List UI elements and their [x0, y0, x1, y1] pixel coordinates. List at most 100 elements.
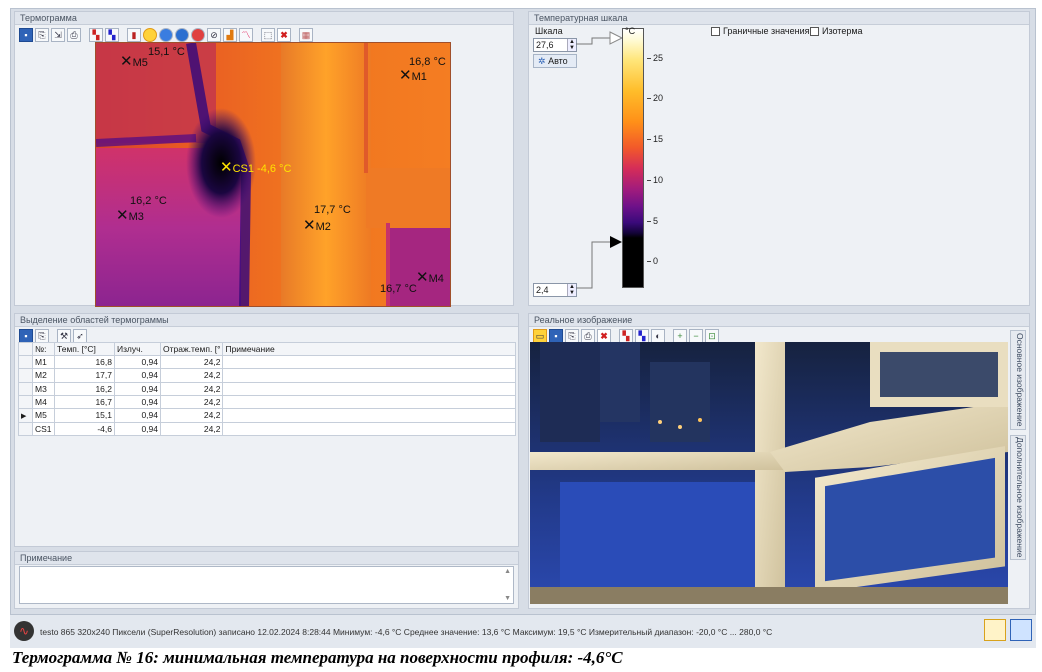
table-row[interactable]: M2 17,7 0,94 24,2: [18, 368, 516, 383]
row-pointer-icon: ▶: [21, 413, 27, 421]
folder-icon[interactable]: ▭: [533, 329, 547, 343]
contrast-icon[interactable]: ◐: [651, 329, 665, 343]
spin-arrows-icon[interactable]: ▲ ▼: [567, 284, 576, 296]
scale-min-input[interactable]: 2,4 ▲ ▼: [533, 283, 577, 297]
thermogram-image[interactable]: ✕M5 15,1 °C ✕M1 16,8 °C ✕CS1 -4,6 °C 16,…: [95, 42, 451, 307]
layout-single-icon[interactable]: [984, 619, 1006, 641]
grid-icon[interactable]: ▦: [299, 28, 313, 42]
regions-panel-title: Выделение областей термограммы: [15, 314, 518, 327]
marker-m1[interactable]: ✕M1: [399, 67, 427, 84]
checkbox-box[interactable]: [711, 26, 720, 36]
cross-icon: ✕: [220, 159, 233, 176]
testo-logo-icon: ∿: [14, 621, 34, 641]
delete-point-icon[interactable]: [191, 28, 205, 42]
scale-tick: 15: [646, 134, 664, 144]
tab-extra-image[interactable]: Дополнительное изображение: [1010, 435, 1026, 560]
boundary-values-checkbox[interactable]: Граничные значения: [711, 26, 809, 36]
cross-icon: ✕: [116, 207, 129, 224]
zoom-in-icon[interactable]: +: [673, 329, 687, 343]
zoom-fit-icon[interactable]: ⊡: [705, 329, 719, 343]
column-header[interactable]: Примечание: [222, 342, 516, 356]
column-header[interactable]: Излуч.: [114, 342, 161, 356]
delete-icon[interactable]: ✖: [277, 28, 291, 42]
profile-line-icon[interactable]: 〽: [239, 28, 253, 42]
table-row[interactable]: M1 16,8 0,94 24,2: [18, 354, 516, 370]
real-image-title: Реальное изображение: [529, 314, 1029, 327]
window-photo: [530, 342, 1008, 604]
palette-alt-icon[interactable]: ▚: [635, 329, 649, 343]
note-panel: Примечание ▲ ▼: [14, 551, 519, 609]
real-photo[interactable]: [530, 342, 1008, 604]
scale-max-input[interactable]: 27,6 ▲ ▼: [533, 38, 577, 52]
auto-scale-button[interactable]: ✲ Авто: [533, 54, 577, 68]
thermogram-panel: Термограмма ▪ ⎘ ⇲ ⎙ ▚ ▚ ▮ ⊘ ▟ 〽 ⬚ ✖ ▦ ✕M…: [14, 11, 514, 307]
copy-icon[interactable]: ⎘: [35, 28, 49, 42]
scale-unit: °C: [625, 26, 636, 36]
table-row-selected[interactable]: ▶ M5 15,1 0,94 24,2: [18, 408, 516, 423]
table-row[interactable]: M3 16,2 0,94 24,2: [18, 381, 516, 396]
scale-label: Шкала: [535, 26, 563, 36]
status-text: testo 865 320x240 Пиксели (SuperResoluti…: [40, 627, 773, 637]
cross-icon: ✕: [416, 269, 429, 286]
table-header-row: №: Темп. [°C] Излуч. Отраж.темп. [° Прим…: [18, 342, 516, 356]
isotherm-checkbox[interactable]: Изотерма: [810, 26, 863, 36]
spin-arrows-icon[interactable]: ▲ ▼: [567, 39, 576, 51]
send-icon[interactable]: ➶: [73, 329, 87, 343]
marker-m5[interactable]: ✕M5: [120, 54, 148, 69]
print-icon[interactable]: ⎙: [67, 28, 81, 42]
star-icon: ✲: [538, 56, 546, 66]
marker-m5-temp: 15,1 °C: [148, 46, 185, 58]
marker-m4-temp: 16,7 °C: [380, 283, 417, 295]
cross-icon: ✕: [303, 217, 316, 234]
copy-icon[interactable]: ⎘: [35, 329, 49, 343]
scale-bar-icon[interactable]: ▮: [127, 28, 141, 42]
table-row[interactable]: CS1 -4,6 0,94 24,2: [18, 421, 516, 437]
scale-connector-lines: [576, 31, 624, 289]
scale-panel-title: Температурная шкала: [529, 12, 1029, 25]
thermogram-toolbar: ▪ ⎘ ⇲ ⎙ ▚ ▚ ▮ ⊘ ▟ 〽 ⬚ ✖ ▦: [19, 27, 313, 43]
thermogram-heatmap: [96, 43, 450, 306]
scroll-down-icon[interactable]: ▼: [504, 595, 511, 602]
marker-m3[interactable]: ✕M3: [116, 207, 144, 224]
select-area-icon[interactable]: ⬚: [261, 28, 275, 42]
measure-point-icon[interactable]: [175, 28, 189, 42]
histogram-icon[interactable]: ▟: [223, 28, 237, 42]
column-header[interactable]: Темп. [°C]: [54, 342, 115, 356]
column-header[interactable]: Отраж.темп. [°: [159, 342, 224, 356]
figure-caption: Термограмма № 16: минимальная температур…: [12, 648, 623, 667]
save-icon[interactable]: ▪: [19, 28, 33, 42]
table-row[interactable]: M4 16,7 0,94 24,2: [18, 394, 516, 410]
print-icon[interactable]: ⎙: [581, 329, 595, 343]
delete-icon[interactable]: ✖: [597, 329, 611, 343]
hot-spot-icon[interactable]: [143, 28, 157, 42]
cross-icon: ✕: [399, 67, 412, 84]
marker-m2[interactable]: ✕M2: [303, 217, 331, 234]
scale-tick: 0: [646, 256, 659, 266]
scroll-up-icon[interactable]: ▲: [504, 568, 511, 575]
checkbox-box[interactable]: [810, 26, 819, 36]
scale-tick: 25: [646, 53, 664, 63]
palette-icon[interactable]: ▚: [89, 28, 103, 42]
column-header[interactable]: №:: [32, 342, 55, 356]
note-textarea[interactable]: ▲ ▼: [19, 566, 514, 604]
marker-m2-temp: 17,7 °C: [314, 204, 351, 216]
regions-table: №: Темп. [°C] Излуч. Отраж.темп. [° Прим…: [18, 342, 516, 437]
status-bar: ∿ testo 865 320x240 Пиксели (SuperResolu…: [10, 614, 1036, 648]
tab-main-image[interactable]: Основное изображение: [1010, 330, 1026, 430]
marker-m1-temp: 16,8 °C: [409, 56, 446, 68]
palette-alt-icon[interactable]: ▚: [105, 28, 119, 42]
marker-cs1[interactable]: ✕CS1 -4,6 °C: [220, 159, 291, 176]
save-icon[interactable]: ▪: [19, 329, 33, 343]
prohibit-icon[interactable]: ⊘: [207, 28, 221, 42]
scale-tick: 20: [646, 93, 664, 103]
temperature-color-bar: [622, 28, 644, 288]
layout-split-icon[interactable]: [1010, 619, 1032, 641]
marker-m4[interactable]: ✕M4: [416, 269, 444, 286]
export-icon[interactable]: ⇲: [51, 28, 65, 42]
cold-spot-icon[interactable]: [159, 28, 173, 42]
save-icon[interactable]: ▪: [549, 329, 563, 343]
palette-icon[interactable]: ▚: [619, 329, 633, 343]
zoom-out-icon[interactable]: −: [689, 329, 703, 343]
copy-icon[interactable]: ⎘: [565, 329, 579, 343]
tools-icon[interactable]: ⚒: [57, 329, 71, 343]
